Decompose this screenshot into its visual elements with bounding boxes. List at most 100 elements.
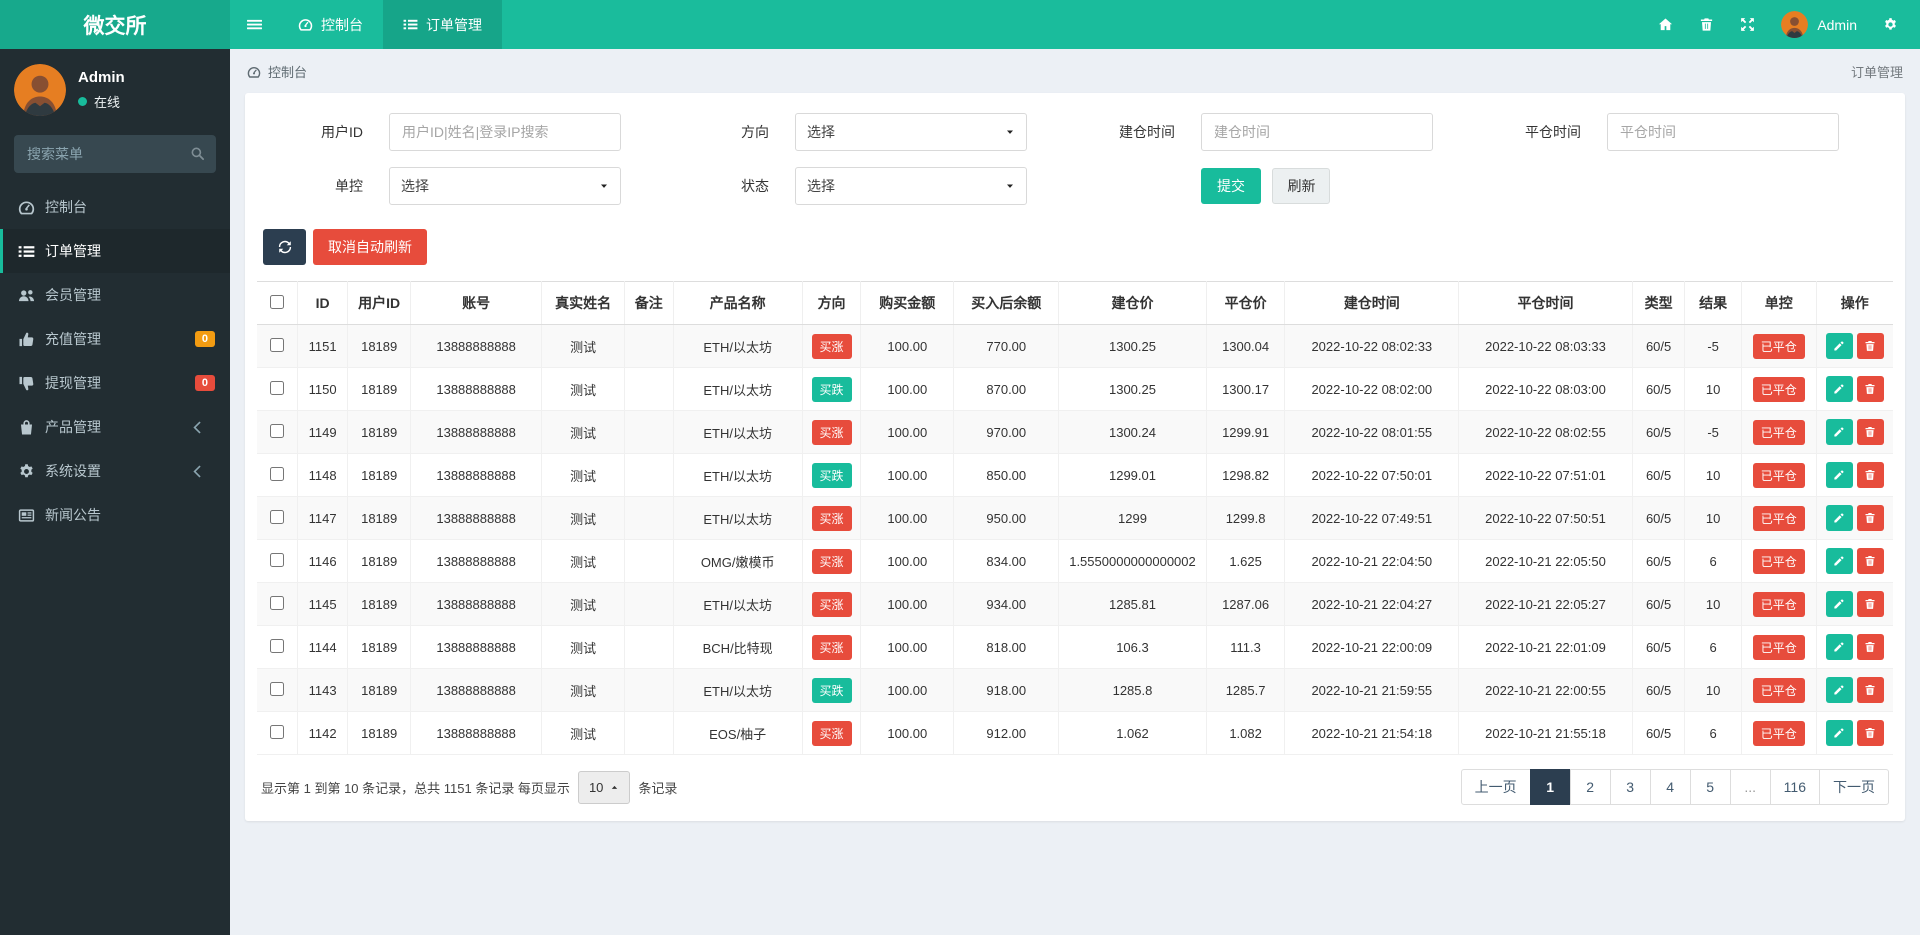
page-button[interactable]: 1 <box>1530 769 1571 805</box>
status-label: 状态 <box>669 176 769 196</box>
trash-icon <box>1864 340 1876 352</box>
page-button[interactable]: 4 <box>1650 769 1691 805</box>
delete-button[interactable] <box>1857 462 1884 488</box>
table-row: 11451818913888888888测试ETH/以太坊买涨100.00934… <box>257 583 1893 626</box>
row-checkbox[interactable] <box>270 682 284 696</box>
breadcrumb[interactable]: 控制台 <box>247 62 307 81</box>
edit-button[interactable] <box>1826 462 1853 488</box>
delete-button[interactable] <box>1857 677 1884 703</box>
status-select[interactable]: 选择 <box>795 167 1027 205</box>
sidebar-item-6[interactable]: 系统设置 <box>0 449 230 493</box>
row-checkbox[interactable] <box>270 553 284 567</box>
sidebar-item-7[interactable]: 新闻公告 <box>0 493 230 537</box>
cancel-auto-refresh-button[interactable]: 取消自动刷新 <box>313 229 427 265</box>
edit-button[interactable] <box>1826 591 1853 617</box>
cell-account: 13888888888 <box>410 325 541 368</box>
sidebar-item-5[interactable]: 产品管理 <box>0 405 230 449</box>
cell-close-price: 1300.04 <box>1206 325 1285 368</box>
cell-type: 60/5 <box>1632 454 1685 497</box>
row-checkbox[interactable] <box>270 510 284 524</box>
cell-product: ETH/以太坊 <box>673 411 802 454</box>
page-button[interactable]: 116 <box>1770 769 1820 805</box>
sidebar-item-3[interactable]: 充值管理0 <box>0 317 230 361</box>
delete-button[interactable] <box>1857 333 1884 359</box>
trash-icon[interactable] <box>1699 17 1714 32</box>
row-checkbox[interactable] <box>270 424 284 438</box>
submit-button[interactable]: 提交 <box>1201 168 1261 204</box>
news-icon <box>18 507 35 524</box>
fullscreen-icon[interactable] <box>1740 17 1755 32</box>
cell-user-id: 18189 <box>348 454 411 497</box>
avatar <box>14 64 66 116</box>
menu-search-input[interactable] <box>14 135 216 173</box>
cell-actions <box>1816 411 1893 454</box>
gear-icon <box>18 463 35 480</box>
cell-user-id: 18189 <box>348 583 411 626</box>
delete-button[interactable] <box>1857 376 1884 402</box>
delete-button[interactable] <box>1857 548 1884 574</box>
cell-type: 60/5 <box>1632 540 1685 583</box>
cell-open-price: 1285.8 <box>1059 669 1206 712</box>
row-checkbox[interactable] <box>270 596 284 610</box>
top-tab-dashboard[interactable]: 控制台 <box>278 0 383 49</box>
edit-button[interactable] <box>1826 505 1853 531</box>
select-all-checkbox[interactable] <box>270 295 284 309</box>
cell-balance: 934.00 <box>954 583 1059 626</box>
close-time-input[interactable] <box>1607 113 1839 151</box>
row-checkbox[interactable] <box>270 338 284 352</box>
cell-open-price: 1.062 <box>1059 712 1206 755</box>
edit-button[interactable] <box>1826 419 1853 445</box>
page-button[interactable]: 3 <box>1610 769 1651 805</box>
edit-button[interactable] <box>1826 548 1853 574</box>
cell-actions <box>1816 540 1893 583</box>
direction-select[interactable]: 选择 <box>795 113 1027 151</box>
user-id-input[interactable] <box>389 113 621 151</box>
cell-product: ETH/以太坊 <box>673 325 802 368</box>
edit-button[interactable] <box>1826 634 1853 660</box>
page-button[interactable]: 2 <box>1570 769 1611 805</box>
cell-type: 60/5 <box>1632 368 1685 411</box>
delete-button[interactable] <box>1857 720 1884 746</box>
cell-result: -5 <box>1685 411 1742 454</box>
row-checkbox[interactable] <box>270 467 284 481</box>
row-checkbox[interactable] <box>270 725 284 739</box>
cell-id: 1150 <box>297 368 347 411</box>
sidebar-item-2[interactable]: 会员管理 <box>0 273 230 317</box>
top-tab-orders[interactable]: 订单管理 <box>383 0 502 49</box>
sidebar-item-1[interactable]: 订单管理 <box>0 229 230 273</box>
delete-button[interactable] <box>1857 419 1884 445</box>
cell-close-price: 1285.7 <box>1206 669 1285 712</box>
cell-control: 已平仓 <box>1741 325 1816 368</box>
page-button[interactable]: 5 <box>1690 769 1731 805</box>
refresh-button[interactable]: 刷新 <box>1272 168 1330 204</box>
open-time-input[interactable] <box>1201 113 1433 151</box>
edit-button[interactable] <box>1826 376 1853 402</box>
sidebar-toggle-button[interactable] <box>230 0 278 49</box>
row-checkbox[interactable] <box>270 639 284 653</box>
cell-close-price: 1300.17 <box>1206 368 1285 411</box>
sidebar-item-0[interactable]: 控制台 <box>0 185 230 229</box>
page-button[interactable]: ... <box>1730 769 1771 805</box>
sidebar-item-4[interactable]: 提现管理0 <box>0 361 230 405</box>
home-icon[interactable] <box>1658 17 1673 32</box>
row-checkbox[interactable] <box>270 381 284 395</box>
page-button[interactable]: 上一页 <box>1461 769 1531 805</box>
edit-button[interactable] <box>1826 333 1853 359</box>
edit-button[interactable] <box>1826 677 1853 703</box>
page-size-dropdown[interactable]: 10 <box>578 771 630 804</box>
search-icon[interactable] <box>190 146 205 161</box>
settings-gears-icon[interactable] <box>1883 17 1898 32</box>
delete-button[interactable] <box>1857 591 1884 617</box>
control-select[interactable]: 选择 <box>389 167 621 205</box>
table-refresh-button[interactable] <box>263 229 306 265</box>
delete-button[interactable] <box>1857 634 1884 660</box>
cell-direction: 买涨 <box>802 712 861 755</box>
user-menu[interactable]: Admin <box>1781 11 1857 38</box>
page-button[interactable]: 下一页 <box>1819 769 1889 805</box>
edit-button[interactable] <box>1826 720 1853 746</box>
cell-control: 已平仓 <box>1741 497 1816 540</box>
cell-user-id: 18189 <box>348 411 411 454</box>
column-header: 备注 <box>625 282 673 325</box>
control-badge: 已平仓 <box>1753 549 1805 574</box>
delete-button[interactable] <box>1857 505 1884 531</box>
